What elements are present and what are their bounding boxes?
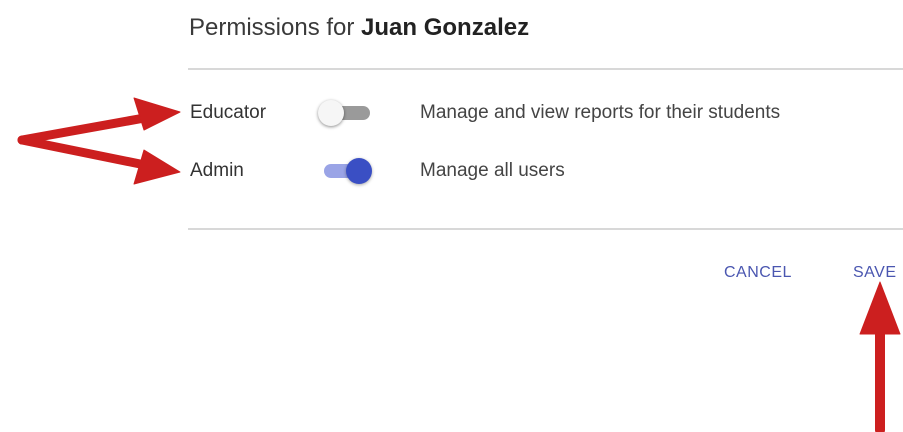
title-prefix: Permissions for: [189, 14, 355, 41]
admin-arrow-shaft: [17, 135, 155, 171]
educator-arrow-head: [133, 97, 181, 131]
dialog-title: Permissions for Juan Gonzalez: [189, 10, 529, 46]
educator-toggle[interactable]: [318, 98, 374, 128]
educator-arrow-shaft: [17, 112, 155, 145]
admin-description: Manage all users: [420, 160, 565, 181]
save-button[interactable]: SAVE: [853, 262, 897, 284]
admin-toggle[interactable]: [318, 156, 374, 186]
cancel-button[interactable]: CANCEL: [724, 262, 792, 284]
admin-label: Admin: [190, 160, 244, 181]
save-arrow-head: [859, 281, 901, 335]
admin-arrow-head: [133, 149, 181, 185]
user-name: Juan Gonzalez: [361, 14, 530, 41]
admin-toggle-thumb: [346, 158, 372, 184]
top-divider: [188, 68, 903, 70]
bottom-divider: [188, 228, 903, 230]
educator-description: Manage and view reports for their studen…: [420, 102, 781, 123]
educator-toggle-thumb: [318, 100, 344, 126]
educator-label: Educator: [190, 102, 267, 123]
annotation-arrows: [17, 97, 901, 432]
permissions-dialog: Permissions for Juan Gonzalez Educator M…: [0, 0, 903, 432]
